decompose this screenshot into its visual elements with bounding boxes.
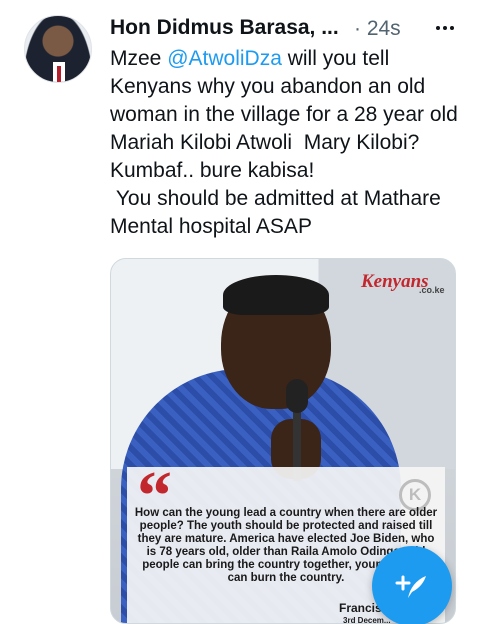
tweet-header: Hon Didmus Barasa, ... · 24s	[110, 16, 460, 42]
logo-sub-text: .co.ke	[419, 285, 445, 295]
mention-link[interactable]: @AtwoliDza	[167, 47, 282, 70]
kenyans-logo: Kenyans .co.ke	[361, 271, 451, 295]
photo-microphone	[286, 379, 308, 413]
compose-tweet-button[interactable]	[372, 546, 452, 624]
author-name[interactable]: Hon Didmus Barasa, ...	[110, 16, 339, 40]
tweet-timestamp[interactable]: · 24s	[354, 17, 401, 41]
more-icon[interactable]	[433, 16, 457, 40]
avatar-tie	[57, 66, 61, 82]
tweet-text: Mzee @AtwoliDza will you tell Kenyans wh…	[110, 45, 470, 241]
quote-date: 3rd Decem...	[343, 616, 391, 624]
compose-tweet-icon	[395, 575, 426, 598]
photo-person-hair	[223, 275, 329, 315]
author-avatar[interactable]	[24, 15, 92, 83]
tweet-text-rest: will you tell Kenyans why you abandon an…	[110, 47, 458, 238]
tweet-text-start: Mzee	[110, 47, 168, 70]
